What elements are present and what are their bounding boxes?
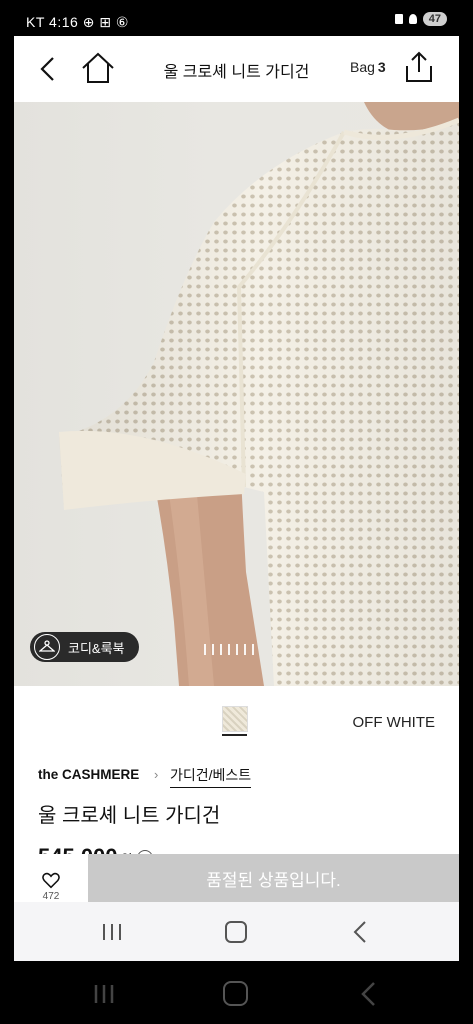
status-icons: 47 bbox=[394, 12, 447, 26]
color-name: OFF WHITE bbox=[352, 714, 436, 731]
lookbook-button[interactable]: 코디&룩북 bbox=[30, 632, 139, 662]
product-name: 울 크로셰 니트 가디건 bbox=[38, 805, 221, 827]
color-selector: OFF WHITE bbox=[14, 686, 459, 748]
selected-swatch-indicator bbox=[222, 734, 247, 736]
home-nav-icon[interactable] bbox=[225, 921, 247, 943]
page-indicator-7 bbox=[252, 644, 254, 655]
page-indicator-4 bbox=[228, 644, 230, 655]
recent-apps-icon[interactable] bbox=[100, 922, 124, 942]
status-time: KT 4:16 ⊕ ⊞ ⑥ bbox=[26, 14, 129, 30]
page-indicator-3 bbox=[220, 644, 222, 655]
chevron-right-icon: › bbox=[154, 767, 159, 782]
product-image[interactable]: 코디&룩북 bbox=[14, 102, 459, 686]
wish-count: 472 bbox=[42, 891, 60, 902]
product-photo-drawing bbox=[59, 102, 459, 686]
system-home-icon[interactable] bbox=[223, 981, 248, 1006]
page-indicator-6 bbox=[244, 644, 246, 655]
share-icon[interactable] bbox=[402, 50, 436, 84]
battery-icon: 47 bbox=[422, 12, 447, 26]
soldout-button[interactable]: 품절된 상품입니다. bbox=[88, 854, 459, 902]
system-navigation-bar bbox=[0, 961, 473, 1024]
purchase-bar: 472 품절된 상품입니다. bbox=[14, 854, 459, 902]
category-link[interactable]: 가디건/베스트 bbox=[170, 765, 252, 788]
bag-label: Bag bbox=[350, 59, 375, 75]
heart-icon bbox=[42, 872, 60, 889]
brand-link[interactable]: the CASHMERE bbox=[38, 767, 139, 782]
page-indicator-5 bbox=[236, 644, 238, 655]
app-screen: 울 크로셰 니트 가디건 Bag 3 코디&룩북 OFF WHITE the C… bbox=[14, 36, 459, 961]
status-bar: KT 4:16 ⊕ ⊞ ⑥ 47 bbox=[0, 0, 473, 36]
lookbook-label: 코디&룩북 bbox=[68, 640, 125, 656]
back-nav-icon[interactable] bbox=[350, 920, 370, 944]
page-indicator-2 bbox=[212, 644, 214, 655]
bag-count: 3 bbox=[377, 59, 386, 75]
wishlist-button[interactable]: 472 bbox=[14, 854, 88, 902]
signal-icon bbox=[394, 14, 403, 24]
bag-button[interactable]: Bag 3 bbox=[350, 59, 386, 75]
system-back-icon[interactable] bbox=[357, 980, 379, 1008]
back-arrow-icon[interactable] bbox=[34, 54, 64, 84]
header: 울 크로셰 니트 가디건 Bag 3 bbox=[14, 36, 459, 102]
home-icon[interactable] bbox=[80, 51, 116, 85]
hanger-icon bbox=[34, 634, 60, 660]
app-navigation-bar bbox=[14, 902, 459, 961]
wifi-icon bbox=[408, 14, 417, 24]
page-indicator-1 bbox=[204, 644, 206, 655]
image-pagination[interactable] bbox=[204, 644, 254, 655]
system-recent-icon[interactable] bbox=[92, 983, 116, 1005]
color-swatch-off-white[interactable] bbox=[222, 706, 248, 732]
